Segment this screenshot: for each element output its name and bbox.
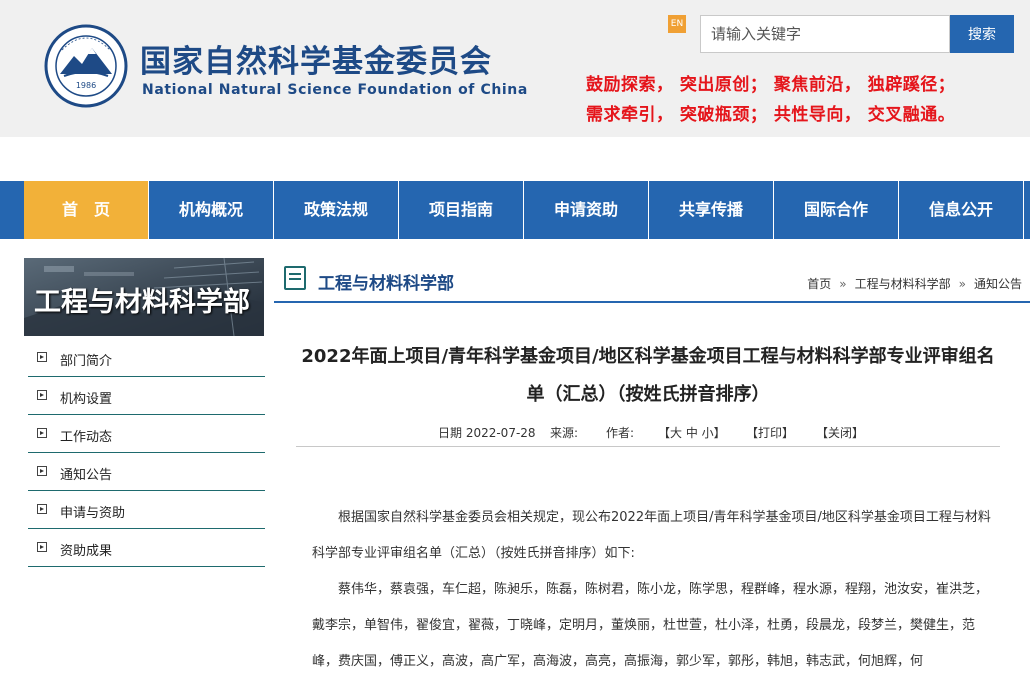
search-button[interactable]: 搜索 [950, 15, 1014, 53]
article-paragraph: 根据国家自然科学基金委员会相关规定，现公布2022年面上项目/青年科学基金项目/… [312, 510, 991, 561]
sidebar-item-label: 机构设置 [60, 392, 113, 407]
sidebar-item-intro[interactable]: 部门简介 [28, 339, 265, 377]
sidebar-item-label: 申请与资助 [60, 506, 126, 521]
document-list-icon [284, 266, 306, 290]
search-input[interactable] [700, 15, 950, 53]
sidebar-menu: 部门简介 机构设置 工作动态 通知公告 申请与资助 资助成果 [28, 339, 265, 567]
sidebar-item-notices[interactable]: 通知公告 [28, 453, 265, 491]
nav-policies[interactable]: 政策法规 [274, 181, 398, 239]
nav-disclosure[interactable]: 信息公开 [899, 181, 1023, 239]
arrow-box-icon [37, 466, 47, 476]
svg-text:1986: 1986 [76, 81, 96, 90]
site-logo-english[interactable]: National Natural Science Foundation of C… [142, 82, 528, 98]
banner-title: 工程与材料科学部 [34, 287, 250, 318]
breadcrumb-separator: » [839, 277, 847, 291]
print-button[interactable]: 【打印】 [746, 424, 794, 441]
nsfc-emblem-icon: 1986 [44, 24, 128, 108]
nav-about[interactable]: 机构概况 [149, 181, 273, 239]
sidebar-item-news[interactable]: 工作动态 [28, 415, 265, 453]
site-logo-chinese[interactable]: 国家自然科学基金委员会 [140, 36, 492, 81]
sidebar-item-results[interactable]: 资助成果 [28, 529, 265, 567]
nav-funding[interactable]: 申请资助 [524, 181, 648, 239]
main-nav: 首 页 机构概况 政策法规 项目指南 申请资助 共享传播 国际合作 信息公开 [0, 181, 1030, 239]
breadcrumb-separator: » [958, 277, 966, 291]
breadcrumb-department[interactable]: 工程与材料科学部 [855, 277, 951, 291]
arrow-box-icon [37, 352, 47, 362]
arrow-box-icon [37, 390, 47, 400]
nav-sharing[interactable]: 共享传播 [649, 181, 773, 239]
article-author: 作者: [606, 426, 635, 440]
sidebar-item-structure[interactable]: 机构设置 [28, 377, 265, 415]
section-title: 工程与材料科学部 [318, 274, 454, 294]
close-button[interactable]: 【关闭】 [816, 424, 864, 441]
sidebar-item-label: 工作动态 [60, 430, 113, 445]
site-header: 1986 国家自然科学基金委员会 National Natural Scienc… [0, 0, 1030, 137]
nav-divider [1023, 181, 1024, 239]
english-version-link[interactable]: EN [668, 15, 686, 33]
font-size-control[interactable]: 【大 中 小】 [658, 424, 726, 441]
nav-international[interactable]: 国际合作 [774, 181, 898, 239]
nav-home[interactable]: 首 页 [24, 181, 148, 239]
sidebar-item-label: 部门简介 [60, 354, 113, 369]
breadcrumb-notices[interactable]: 通知公告 [974, 277, 1022, 291]
breadcrumb: 首页 » 工程与材料科学部 » 通知公告 [807, 275, 1022, 292]
arrow-box-icon [37, 542, 47, 552]
sidebar-item-label: 资助成果 [60, 544, 113, 559]
arrow-box-icon [37, 504, 47, 514]
article-title: 2022年面上项目/青年科学基金项目/地区科学基金项目工程与材料科学部专业评审组… [301, 346, 995, 405]
nav-guides[interactable]: 项目指南 [399, 181, 523, 239]
breadcrumb-home[interactable]: 首页 [807, 277, 831, 291]
article-source: 来源: [550, 426, 579, 440]
article-date: 日期 2022-07-28 [438, 426, 536, 440]
sidebar-item-applications[interactable]: 申请与资助 [28, 491, 265, 529]
article-paragraph: 蔡伟华，蔡袁强，车仁超，陈昶乐，陈磊，陈树君，陈小龙，陈学思，程群峰，程水源，程… [312, 582, 989, 669]
article-meta: 日期 2022-07-28 来源: 作者: 【大 中 小】 【打印】 【关闭】 [296, 420, 1000, 447]
sidebar-item-label: 通知公告 [60, 468, 113, 483]
department-banner: 工程与材料科学部 [24, 258, 264, 336]
arrow-box-icon [37, 428, 47, 438]
article-body: 根据国家自然科学基金委员会相关规定，现公布2022年面上项目/青年科学基金项目/… [312, 500, 992, 680]
slogan-line-1: 鼓励探索， 突出原创； 聚焦前沿， 独辟蹊径； [586, 75, 956, 95]
slogan-line-2: 需求牵引， 突破瓶颈； 共性导向， 交叉融通。 [586, 105, 956, 125]
section-header: 工程与材料科学部 首页 » 工程与材料科学部 » 通知公告 [274, 257, 1030, 303]
